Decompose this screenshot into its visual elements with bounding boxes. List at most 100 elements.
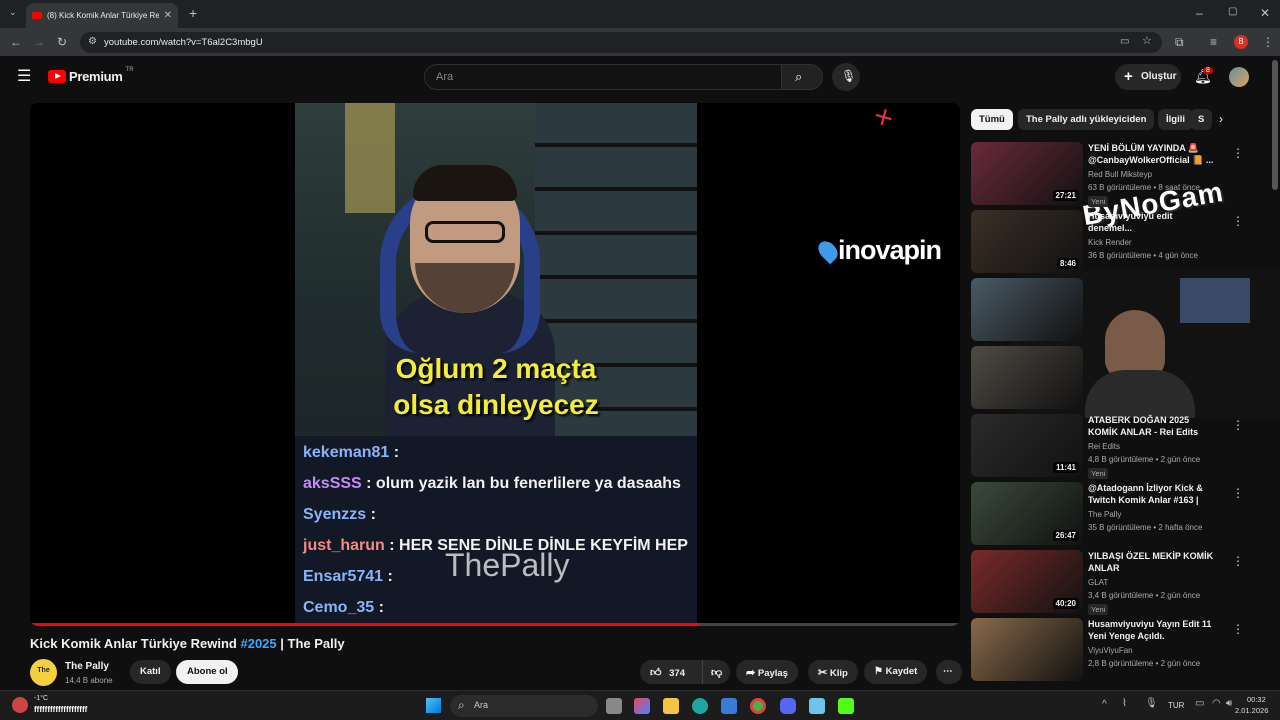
language-indicator[interactable]: TUR	[1168, 701, 1184, 710]
title-hashtag[interactable]: #2025	[240, 636, 276, 651]
create-button[interactable]: + Oluştur	[1115, 64, 1181, 90]
task-view-icon[interactable]	[606, 698, 622, 714]
card-channel[interactable]: Kick Render	[1088, 238, 1132, 247]
close-window-icon[interactable]: ✕	[1260, 7, 1270, 19]
filter-chip[interactable]: S	[1190, 109, 1213, 130]
card-menu-icon[interactable]: ⋮	[1232, 622, 1244, 636]
clock-date[interactable]: 2.01.2026	[1235, 706, 1268, 715]
chrome-icon[interactable]	[750, 698, 766, 714]
page-scrollbar[interactable]	[1272, 60, 1278, 190]
card-title[interactable]: YENİ BÖLÜM YAYINDA 🚨 @CanbayWolkerOffici…	[1088, 142, 1218, 166]
profile-avatar[interactable]: B	[1234, 35, 1248, 49]
card-menu-icon[interactable]: ⋮	[1232, 418, 1244, 432]
minimize-icon[interactable]: –	[1196, 7, 1203, 19]
close-tab-icon[interactable]: ✕	[164, 10, 172, 21]
save-button[interactable]: ⚑ Kaydet	[864, 660, 928, 684]
extensions-icon[interactable]: ⧉	[1175, 36, 1184, 48]
recommendation-card[interactable]: 8:46 Husamviyuviyu edit denemel... Kick Re…	[970, 210, 1260, 276]
menu-icon[interactable]: ☰	[17, 69, 31, 85]
new-tab-icon[interactable]: +	[189, 6, 197, 20]
filter-chip[interactable]: İlgili	[1158, 109, 1193, 130]
card-title[interactable]: Husamviyuviyu edit denemel...	[1088, 210, 1218, 234]
video-thumbnail[interactable]: 11:41	[971, 414, 1083, 477]
site-info-icon[interactable]: ⚙	[88, 37, 97, 47]
video-thumbnail[interactable]	[971, 346, 1083, 409]
video-thumbnail[interactable]: 40:20	[971, 550, 1083, 613]
filter-chip[interactable]: Tümü	[971, 109, 1013, 130]
channel-avatar[interactable]: The	[30, 659, 57, 686]
video-thumbnail[interactable]	[971, 278, 1083, 341]
filter-chip[interactable]: The Pally adlı yükleyiciden	[1018, 109, 1155, 130]
forward-icon[interactable]: →	[33, 36, 45, 48]
video-thumbnail[interactable]	[971, 618, 1083, 681]
wifi-icon[interactable]: ◠	[1212, 699, 1221, 709]
dislike-button[interactable]: 👎︎	[702, 660, 730, 684]
card-channel[interactable]: GLAT	[1088, 578, 1108, 587]
clip-button[interactable]: ✂ Klip	[808, 660, 858, 684]
card-title[interactable]: YILBAŞI ÖZEL MEKİP KOMİK ANLAR	[1088, 550, 1218, 574]
start-button-icon[interactable]	[426, 698, 441, 713]
recommendation-card[interactable]	[970, 278, 1260, 344]
voice-search-button[interactable]: 🎙︎	[832, 63, 860, 91]
recommendation-card[interactable]: 27:21 YENİ BÖLÜM YAYINDA 🚨 @CanbayWolkerO…	[970, 142, 1260, 208]
youtube-logo[interactable]: Premium TR	[48, 67, 134, 84]
recommendation-card[interactable]	[970, 346, 1260, 412]
card-menu-icon[interactable]: ⋮	[1232, 214, 1244, 228]
tab-list-icon[interactable]: ⌄	[9, 8, 17, 17]
subscribe-button[interactable]: Abone ol	[176, 660, 238, 684]
clock-time[interactable]: 00:32	[1247, 695, 1266, 704]
back-icon[interactable]: ←	[10, 36, 22, 48]
reading-list-icon[interactable]: ≡	[1210, 36, 1217, 48]
volume-icon[interactable]: 🔊︎	[1226, 699, 1232, 709]
notepad-icon[interactable]	[809, 698, 825, 714]
display-icon[interactable]: ▭	[1195, 699, 1204, 709]
user-avatar[interactable]	[1229, 67, 1249, 87]
discord-icon[interactable]	[780, 698, 796, 714]
tray-chevron-icon[interactable]: ^	[1102, 700, 1107, 710]
card-channel[interactable]: The Pally	[1088, 510, 1121, 519]
card-channel[interactable]: ViyuViyuFan	[1088, 646, 1133, 655]
more-actions-button[interactable]: ⋯	[936, 660, 962, 684]
weather-icon[interactable]	[12, 697, 28, 713]
channel-name[interactable]: The Pally	[65, 661, 109, 672]
kick-icon[interactable]	[838, 698, 854, 714]
cast-icon[interactable]: ▭	[1120, 37, 1129, 47]
card-title[interactable]: Husamviyuviyu Yayın Edit 11 Yeni Yenge A…	[1088, 618, 1218, 642]
mic-tray-icon[interactable]: 🎙︎	[1145, 699, 1158, 709]
browser-menu-icon[interactable]: ⋮	[1262, 36, 1274, 48]
taskbar-search[interactable]: ⌕ Ara	[450, 695, 598, 717]
join-button[interactable]: Katıl	[130, 660, 171, 684]
browser-tab[interactable]: (8) Kick Komik Anlar Türkiye Re... ✕	[26, 3, 178, 28]
chips-next-icon[interactable]: ›	[1219, 113, 1223, 125]
video-player[interactable]: Oğlum 2 maçta olsa dinleyecez kekeman81 …	[30, 103, 960, 626]
reload-icon[interactable]: ↻	[57, 36, 67, 48]
store-icon[interactable]	[721, 698, 737, 714]
recommendation-card[interactable]: 26:47 @Atadogann İzliyor Kick & Twitch Ko…	[970, 482, 1260, 548]
card-menu-icon[interactable]: ⋮	[1232, 486, 1244, 500]
maximize-icon[interactable]: ▢	[1228, 7, 1237, 17]
address-bar[interactable]: ⚙ youtube.com/watch?v=T6al2C3mbgU ▭ ☆	[80, 32, 1162, 53]
video-thumbnail[interactable]: 26:47	[971, 482, 1083, 545]
like-button[interactable]: 👍︎ 374	[640, 660, 702, 684]
share-button[interactable]: ➦ Paylaş	[736, 660, 798, 684]
recommendation-card[interactable]: 40:20 YILBAŞI ÖZEL MEKİP KOMİK ANLAR GLAT 3…	[970, 550, 1260, 616]
card-channel[interactable]: Red Bull Miksteyp	[1088, 170, 1152, 179]
search-button[interactable]: ⌕	[781, 64, 823, 90]
recommendation-card[interactable]: 11:41 ATABERK DOĞAN 2025 KOMİK ANLAR - Re…	[970, 414, 1260, 480]
card-channel[interactable]: Rei Edits	[1088, 442, 1120, 451]
card-title[interactable]: @Atadogann İzliyor Kick & Twitch Komik A…	[1088, 482, 1218, 507]
network-icon[interactable]: ⌇	[1122, 699, 1127, 709]
card-menu-icon[interactable]: ⋮	[1232, 554, 1244, 568]
edge-icon[interactable]	[692, 698, 708, 714]
recommendation-card[interactable]: Husamviyuviyu Yayın Edit 11 Yeni Yenge A…	[970, 618, 1260, 684]
video-thumbnail[interactable]: 8:46	[971, 210, 1083, 273]
card-title[interactable]: ATABERK DOĞAN 2025 KOMİK ANLAR - Rei Edi…	[1088, 414, 1218, 438]
card-menu-icon[interactable]: ⋮	[1232, 146, 1244, 160]
progress-bar-track[interactable]	[30, 623, 960, 626]
url-text: youtube.com/watch?v=T6al2C3mbgU	[104, 37, 263, 48]
copilot-icon[interactable]	[634, 698, 650, 714]
search-input[interactable]: Ara	[424, 64, 782, 90]
bookmark-star-icon[interactable]: ☆	[1142, 36, 1152, 47]
video-thumbnail[interactable]: 27:21	[971, 142, 1083, 205]
file-explorer-icon[interactable]	[663, 698, 679, 714]
